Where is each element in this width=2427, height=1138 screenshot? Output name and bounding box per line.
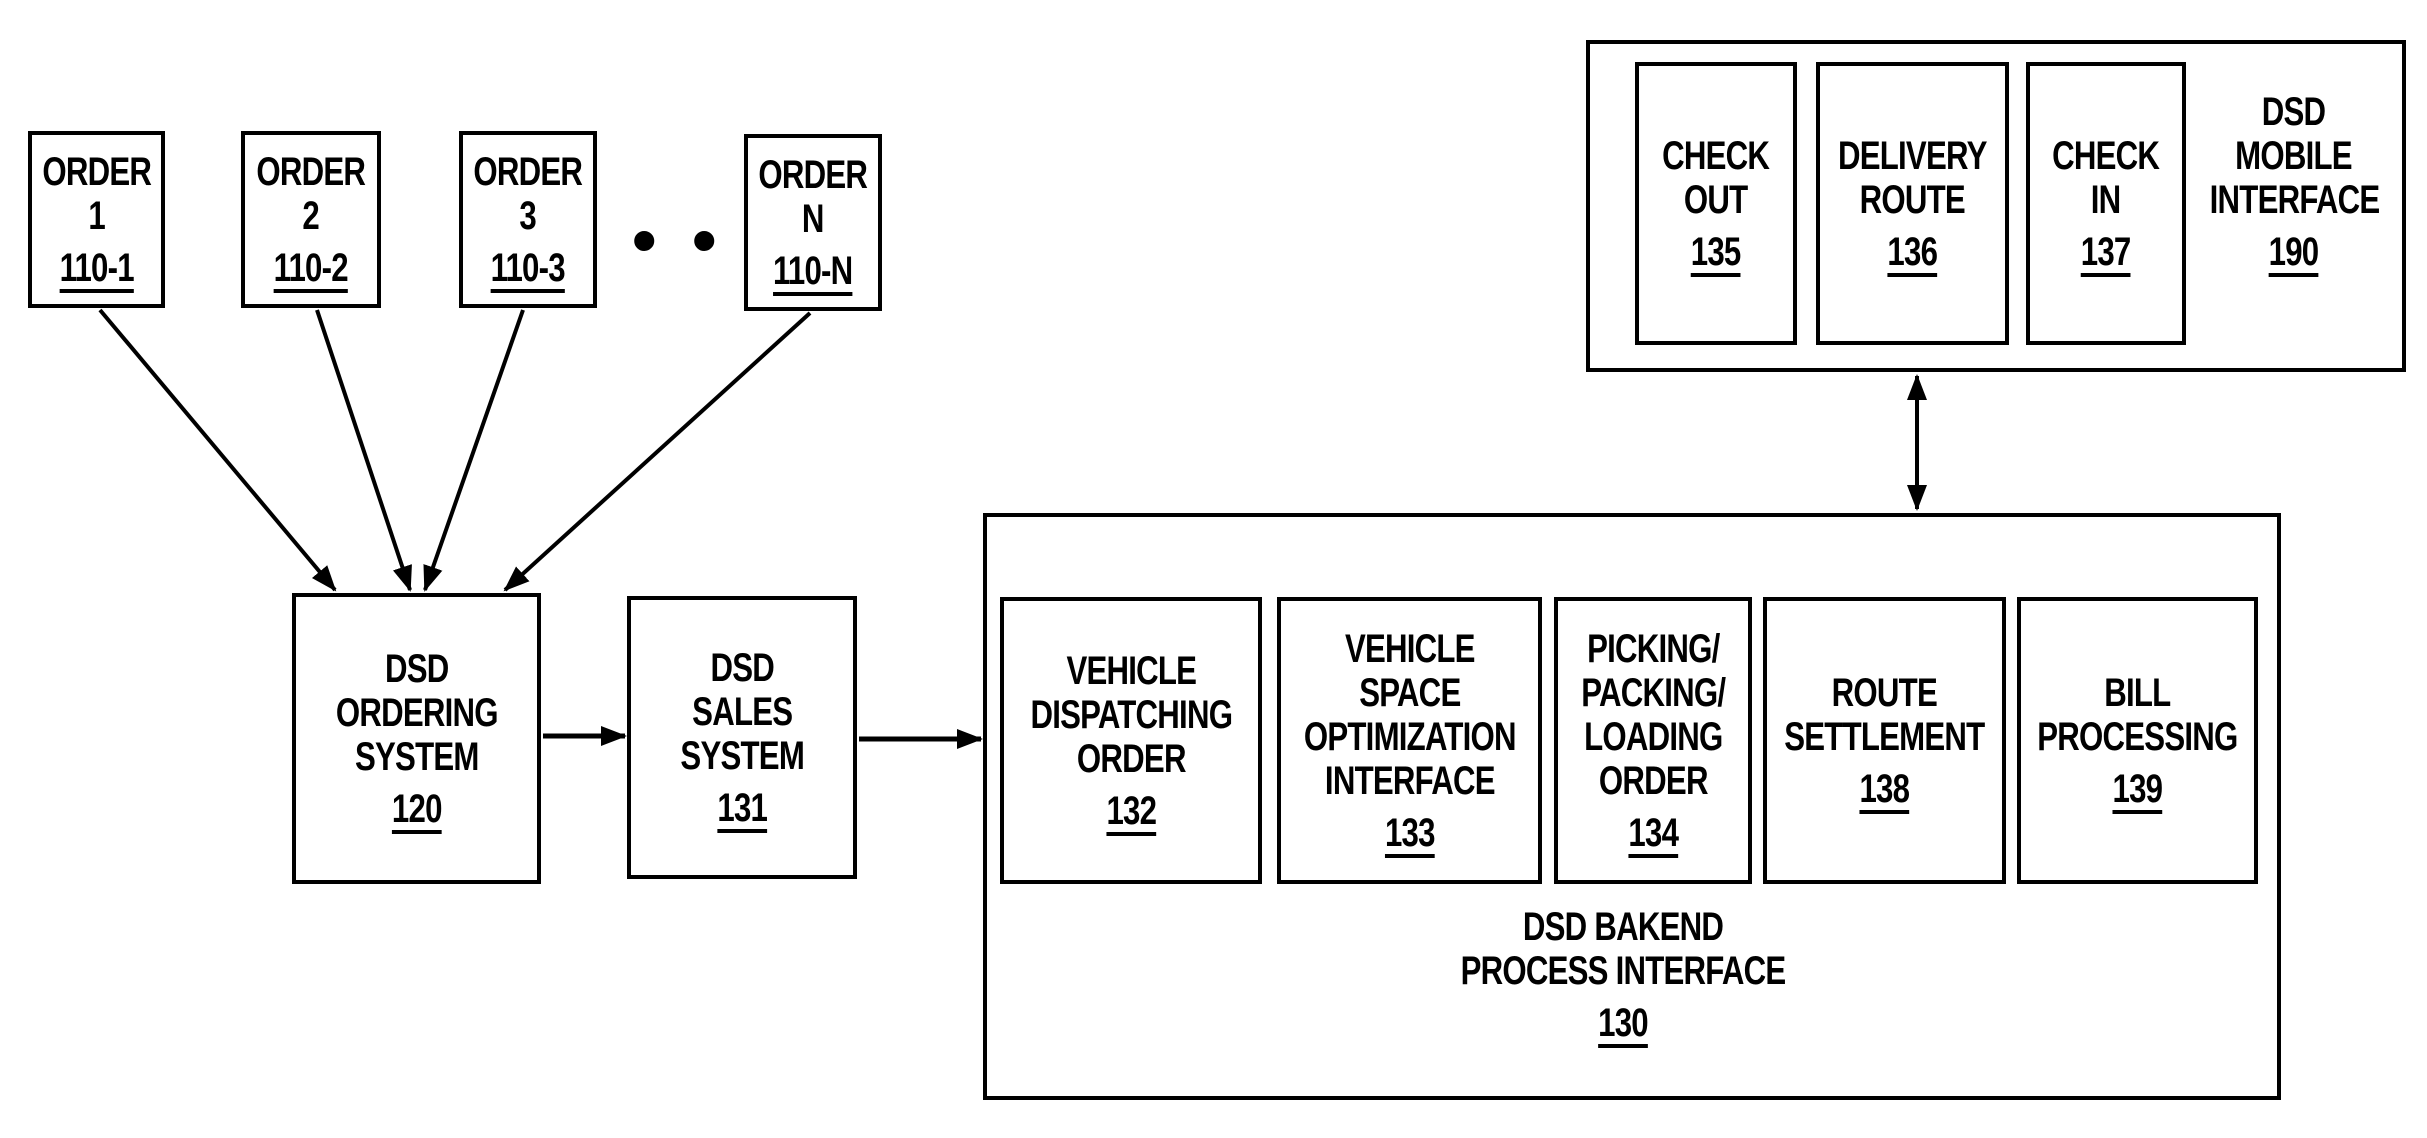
order-title: ORDER [256, 149, 367, 194]
ref-label: 134 [1628, 810, 1679, 855]
label-line: LOADING [1583, 714, 1723, 759]
arrow-order3-to-ordering [423, 309, 525, 592]
label-line: PROCESS INTERFACE [1460, 949, 1787, 993]
label-line: PICKING/ [1586, 626, 1720, 671]
order-3-box: ORDER 3 110-3 [459, 131, 597, 308]
label-line: PACKING/ [1580, 670, 1726, 715]
order-number: 3 [519, 193, 537, 238]
ordering-system-box: DSD ORDERING SYSTEM 120 [292, 593, 541, 884]
order-number: 2 [302, 193, 320, 238]
order-title: ORDER [473, 149, 584, 194]
label-line: ROUTE [1831, 670, 1938, 715]
ref-label: 190 [2268, 230, 2320, 274]
order-number: N [802, 196, 825, 241]
check-out-box: CHECK OUT 135 [1635, 62, 1797, 345]
label-line: BILL [2104, 670, 2171, 715]
ref-label: 110-N [773, 248, 853, 293]
label-line: DSD [710, 645, 774, 690]
label-line: ROUTE [1859, 177, 1966, 222]
ref-label: 136 [1887, 229, 1939, 274]
ref-label: 131 [717, 785, 768, 830]
label-line: CHECK [1662, 133, 1770, 178]
order-2-box: ORDER 2 110-2 [241, 131, 381, 308]
ref-label: 110-2 [273, 245, 349, 290]
label-line: SALES [691, 689, 793, 734]
order-title: ORDER [758, 152, 869, 197]
label-line: SETTLEMENT [1784, 714, 1985, 759]
ref-label: 110-3 [490, 245, 566, 290]
ref-label: 120 [391, 786, 443, 831]
arrow-order2-to-ordering [315, 309, 412, 592]
label-line: ORDER [1076, 736, 1187, 781]
delivery-route-box: DELIVERY ROUTE 136 [1816, 62, 2009, 345]
label-line: SYSTEM [680, 733, 804, 778]
check-in-box: CHECK IN 137 [2026, 62, 2186, 345]
label-line: INTERFACE [1324, 758, 1496, 803]
backend-label: DSD BAKEND PROCESS INTERFACE 130 [1323, 905, 1923, 1045]
ref-label: 130 [1598, 1001, 1649, 1045]
picking-packing-loading-box: PICKING/PACKING/LOADING ORDER 134 [1554, 597, 1752, 884]
label-line: DSD [384, 646, 449, 691]
ref-label: 135 [1691, 229, 1742, 274]
ref-label: 133 [1384, 810, 1436, 855]
order-number: 1 [88, 193, 105, 238]
arrow-order1-to-ordering [98, 308, 337, 592]
route-settlement-box: ROUTE SETTLEMENT 138 [1763, 597, 2006, 884]
label-line: VEHICLE [1066, 648, 1197, 693]
order-n-box: ORDER N 110-N [744, 134, 882, 311]
label-line: DISPATCHING [1030, 692, 1233, 737]
ref-label: 132 [1106, 788, 1157, 833]
mobile-label: DSD MOBILE INTERFACE 190 [2186, 90, 2401, 274]
bill-processing-box: BILL PROCESSING 139 [2017, 597, 2258, 884]
label-line: VEHICLE [1344, 626, 1476, 671]
label-line: IN [2091, 177, 2121, 222]
label-line: SPACE [1358, 670, 1461, 715]
label-line: SYSTEM [354, 734, 479, 779]
label-line: OPTIMIZATION [1303, 714, 1517, 759]
label-line: DSD [2261, 90, 2326, 134]
label-line: CHECK [2052, 133, 2160, 178]
ref-label: 139 [2112, 766, 2164, 811]
order-1-box: ORDER 1 110-1 [28, 131, 165, 308]
vehicle-dispatching-box: VEHICLE DISPATCHING ORDER 132 [1000, 597, 1262, 884]
label-line: ORDERING [335, 690, 499, 735]
label-line: PROCESSING [2037, 714, 2238, 759]
vehicle-space-optimization-box: VEHICLE SPACE OPTIMIZATION INTERFACE 133 [1277, 597, 1542, 884]
label-line: DSD BAKEND [1522, 905, 1724, 949]
ref-label: 110-1 [59, 245, 134, 290]
sales-system-box: DSD SALES SYSTEM 131 [627, 596, 857, 879]
ref-label: 138 [1859, 766, 1911, 811]
label-line: OUT [1684, 177, 1748, 222]
order-title: ORDER [42, 149, 152, 194]
arrow-orderN-to-ordering [503, 311, 812, 592]
ref-label: 137 [2081, 229, 2132, 274]
label-line: INTERFACE [2209, 178, 2381, 222]
label-line: MOBILE [2235, 134, 2352, 178]
label-line: ORDER [1598, 758, 1709, 803]
label-line: DELIVERY [1838, 133, 1987, 178]
